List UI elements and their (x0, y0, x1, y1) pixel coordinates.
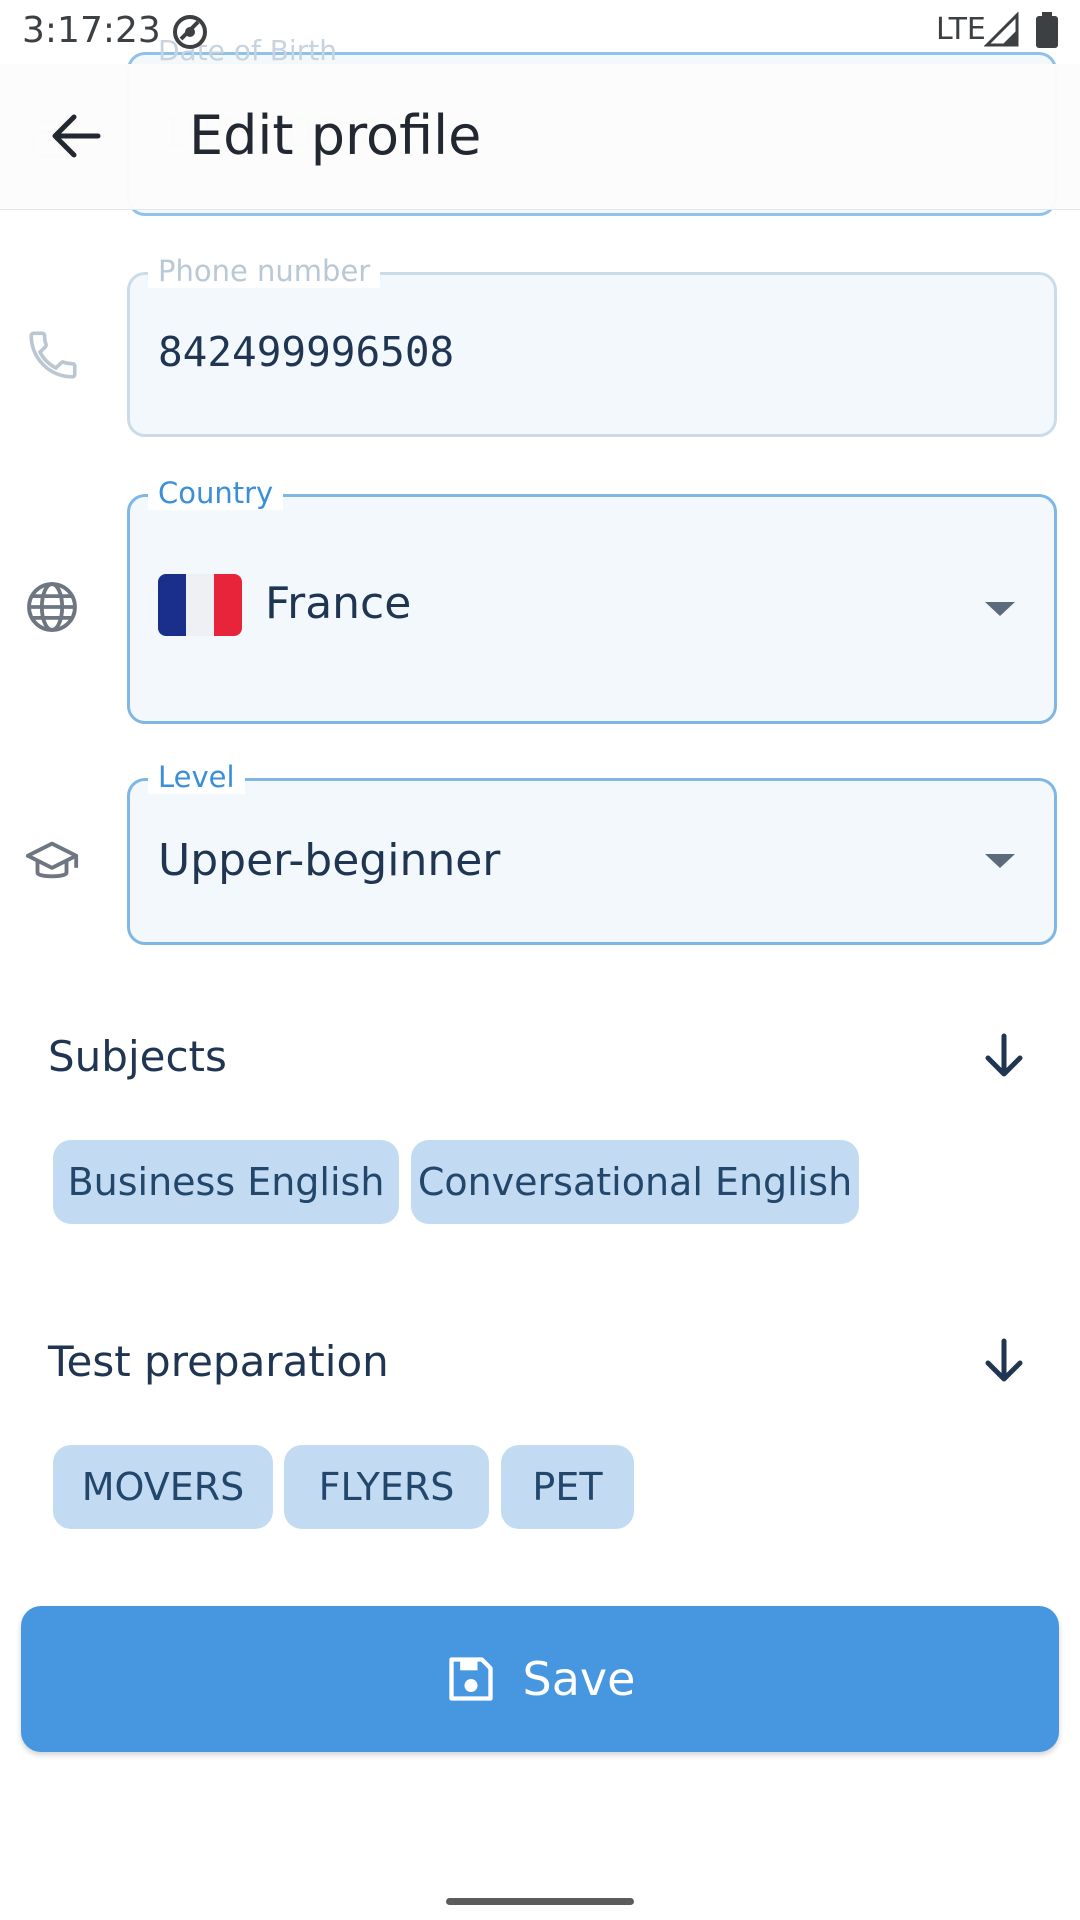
chip-test[interactable]: FLYERS (284, 1445, 489, 1529)
chip-test[interactable]: PET (501, 1445, 634, 1529)
graduation-cap-icon (25, 841, 79, 879)
globe-icon (27, 582, 77, 632)
level-value: Upper-beginner (158, 835, 501, 886)
arrow-down-icon[interactable] (976, 1028, 1032, 1084)
country-label: Country (148, 476, 284, 510)
chip-subject[interactable]: Business English (53, 1140, 399, 1224)
france-flag-icon (158, 574, 242, 636)
phone-icon (29, 331, 77, 379)
phone-number-value: 842499996508 (158, 328, 455, 376)
chevron-down-icon[interactable] (985, 854, 1015, 868)
level-label: Level (148, 760, 245, 794)
back-arrow-icon[interactable] (40, 106, 110, 166)
phone-number-label: Phone number (148, 254, 381, 288)
chip-subject[interactable]: Conversational English (411, 1140, 859, 1224)
page-title: Edit profile (189, 104, 482, 167)
do-not-disturb-icon (173, 15, 207, 49)
signal-icon (984, 12, 1019, 47)
status-time: 3:17:23 (22, 10, 161, 51)
network-type: LTE (936, 12, 986, 47)
country-value: France (265, 578, 412, 629)
home-indicator[interactable] (446, 1898, 634, 1905)
chip-test[interactable]: MOVERS (53, 1445, 273, 1529)
app-bar (0, 64, 1080, 210)
arrow-down-icon[interactable] (976, 1333, 1032, 1389)
save-label: Save (522, 1652, 636, 1706)
subjects-title: Subjects (48, 1032, 227, 1081)
chevron-down-icon[interactable] (985, 602, 1015, 616)
save-button[interactable]: Save (21, 1606, 1059, 1752)
battery-icon (1036, 12, 1058, 48)
test-preparation-title: Test preparation (48, 1337, 389, 1386)
floppy-disk-icon (448, 1657, 493, 1701)
